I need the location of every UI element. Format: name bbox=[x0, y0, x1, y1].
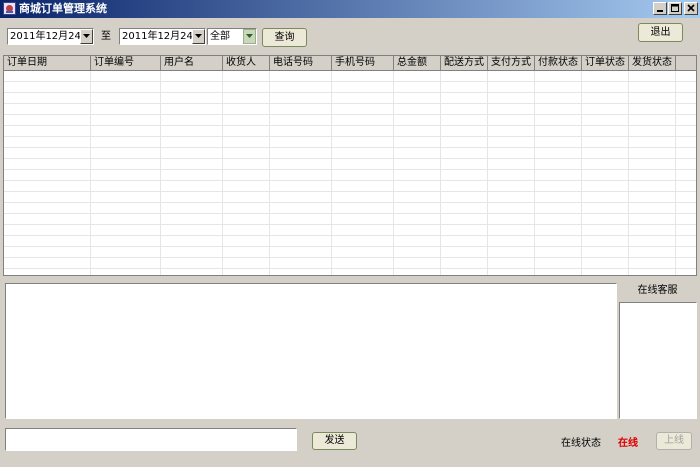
column-divider bbox=[90, 71, 91, 275]
online-service-list[interactable] bbox=[619, 302, 697, 419]
column-divider bbox=[331, 71, 332, 275]
query-button[interactable]: 查询 bbox=[262, 28, 307, 47]
end-date-dropdown-button[interactable] bbox=[192, 29, 205, 44]
column-divider bbox=[675, 71, 676, 275]
column-header-payment-method[interactable]: 支付方式 bbox=[488, 56, 535, 70]
minimize-icon bbox=[657, 10, 663, 12]
app-icon bbox=[3, 2, 16, 15]
window-title: 商城订单管理系统 bbox=[19, 2, 107, 15]
exit-button-label: 退出 bbox=[650, 27, 671, 38]
maximize-button[interactable] bbox=[668, 2, 682, 15]
column-divider bbox=[581, 71, 582, 275]
title-bar: 商城订单管理系统 bbox=[0, 0, 700, 18]
column-header-order-number[interactable]: 订单编号 bbox=[91, 56, 161, 70]
column-header-shipping-status[interactable]: 发货状态 bbox=[629, 56, 676, 70]
chevron-down-icon bbox=[83, 34, 90, 38]
column-header-username[interactable]: 用户名 bbox=[161, 56, 223, 70]
message-input[interactable] bbox=[5, 428, 297, 451]
column-divider bbox=[222, 71, 223, 275]
status-filter-select[interactable]: 全部 bbox=[207, 28, 257, 45]
filter-toolbar: 2011年12月24日 至 2011年12月24日 全部 查询 退出 bbox=[0, 18, 700, 55]
column-divider bbox=[534, 71, 535, 275]
exit-button[interactable]: 退出 bbox=[638, 23, 683, 42]
column-divider bbox=[393, 71, 394, 275]
online-status-value: 在线 bbox=[618, 438, 638, 449]
orders-table-header: 订单日期 订单编号 用户名 收货人 电话号码 手机号码 总金额 配送方式 支付方… bbox=[4, 56, 696, 71]
column-header-order-date[interactable]: 订单日期 bbox=[4, 56, 91, 70]
chevron-down-icon bbox=[246, 34, 253, 38]
column-divider bbox=[440, 71, 441, 275]
orders-table[interactable]: 订单日期 订单编号 用户名 收货人 电话号码 手机号码 总金额 配送方式 支付方… bbox=[3, 55, 697, 276]
column-divider bbox=[269, 71, 270, 275]
go-online-button[interactable]: 上线 bbox=[656, 432, 692, 450]
start-date-picker[interactable]: 2011年12月24日 bbox=[7, 28, 94, 45]
status-filter-dropdown-button[interactable] bbox=[243, 29, 256, 44]
column-header-delivery-method[interactable]: 配送方式 bbox=[441, 56, 488, 70]
column-divider bbox=[487, 71, 488, 275]
start-date-dropdown-button[interactable] bbox=[80, 29, 93, 44]
close-icon bbox=[687, 4, 695, 12]
end-date-value: 2011年12月24日 bbox=[122, 31, 203, 42]
to-label: 至 bbox=[101, 31, 111, 42]
chat-message-area[interactable] bbox=[5, 283, 617, 419]
send-button[interactable]: 发送 bbox=[312, 432, 357, 450]
column-header-payment-status[interactable]: 付款状态 bbox=[535, 56, 582, 70]
close-button[interactable] bbox=[684, 2, 698, 15]
send-button-label: 发送 bbox=[324, 435, 345, 446]
online-status-label: 在线状态 bbox=[561, 438, 601, 449]
main-window: 商城订单管理系统 2011年12月24日 至 2011年12月24日 全部 查询… bbox=[0, 0, 700, 467]
chevron-down-icon bbox=[195, 34, 202, 38]
column-divider bbox=[628, 71, 629, 275]
status-filter-value: 全部 bbox=[210, 31, 230, 42]
maximize-icon bbox=[671, 4, 679, 12]
column-header-recipient[interactable]: 收货人 bbox=[223, 56, 270, 70]
column-header-phone[interactable]: 电话号码 bbox=[270, 56, 332, 70]
column-header-total-amount[interactable]: 总金额 bbox=[394, 56, 441, 70]
column-header-mobile[interactable]: 手机号码 bbox=[332, 56, 394, 70]
column-header-order-status[interactable]: 订单状态 bbox=[582, 56, 629, 70]
go-online-button-label: 上线 bbox=[664, 435, 684, 446]
start-date-value: 2011年12月24日 bbox=[10, 31, 91, 42]
online-service-header: 在线客服 bbox=[618, 281, 697, 301]
query-button-label: 查询 bbox=[274, 32, 295, 43]
column-divider bbox=[160, 71, 161, 275]
minimize-button[interactable] bbox=[653, 2, 667, 15]
end-date-picker[interactable]: 2011年12月24日 bbox=[119, 28, 206, 45]
orders-table-body[interactable] bbox=[4, 71, 696, 275]
